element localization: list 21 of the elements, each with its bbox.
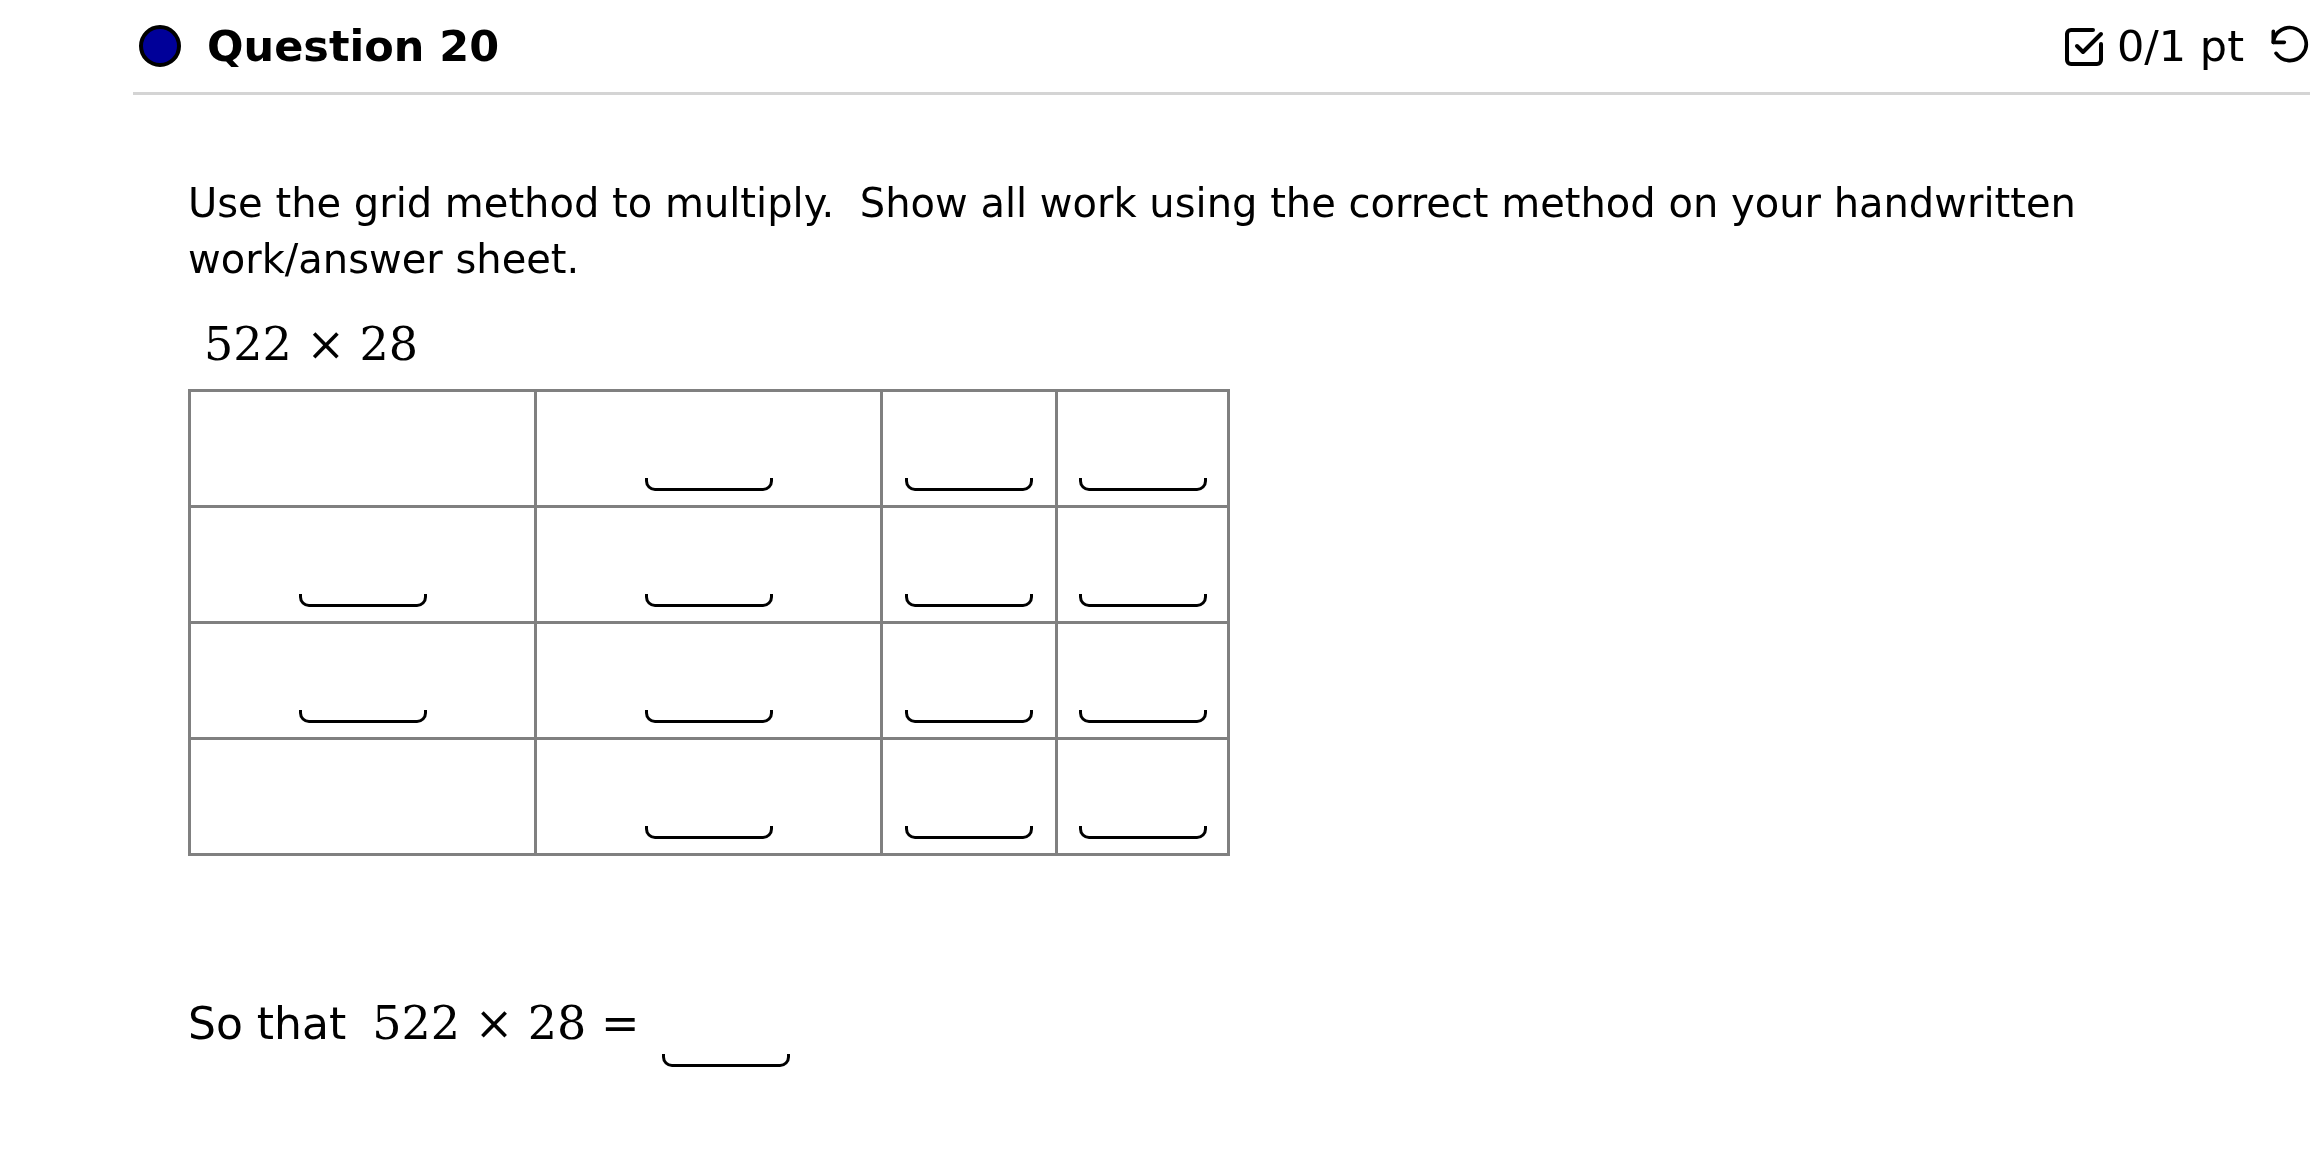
answer-blank[interactable] bbox=[1078, 710, 1207, 723]
conclusion-text: So that bbox=[188, 998, 347, 1049]
question-title: Question 20 bbox=[207, 21, 500, 71]
answer-blank[interactable] bbox=[661, 1054, 790, 1067]
answer-blank[interactable] bbox=[1078, 594, 1207, 607]
question-text: Use the grid method to multiply. Show all work using the correct method on your handwritten work/answer sheet. bbox=[188, 179, 2077, 284]
answer-blank[interactable] bbox=[644, 710, 773, 723]
math-expression: 522 × 28 = bbox=[372, 996, 640, 1050]
answer-blank[interactable] bbox=[905, 710, 1033, 723]
answer-blank[interactable] bbox=[1078, 826, 1207, 839]
answer-blank[interactable] bbox=[905, 826, 1033, 839]
score-label: 0/1 pt bbox=[2116, 21, 2244, 71]
answer-blank[interactable] bbox=[644, 478, 773, 491]
answer-blank[interactable] bbox=[644, 826, 773, 839]
answer-blank[interactable] bbox=[644, 594, 773, 607]
answer-blank[interactable] bbox=[905, 594, 1033, 607]
math-expression: 522 × 28 bbox=[204, 317, 419, 371]
answer-blank[interactable] bbox=[905, 478, 1033, 491]
answer-blank[interactable] bbox=[298, 710, 427, 723]
answer-blank[interactable] bbox=[298, 594, 427, 607]
answer-blank[interactable] bbox=[1078, 478, 1207, 491]
